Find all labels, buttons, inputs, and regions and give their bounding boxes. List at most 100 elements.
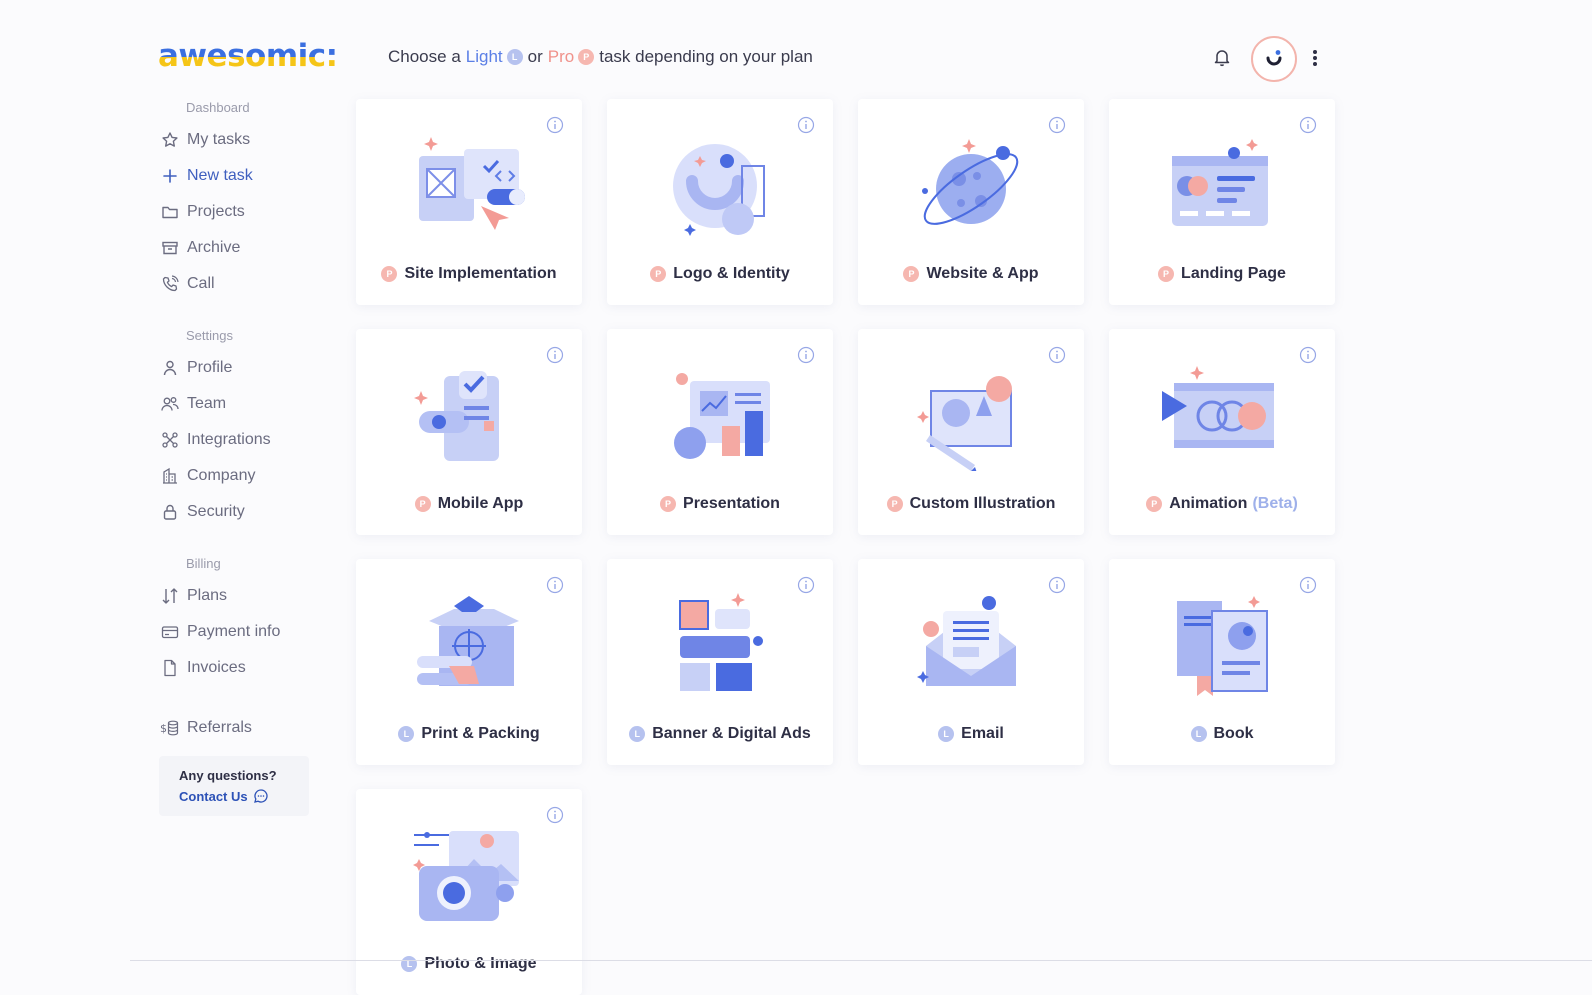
- info-icon[interactable]: [546, 576, 564, 594]
- sidebar-item-label: Projects: [187, 203, 245, 220]
- chat-bubble-icon: [253, 789, 268, 803]
- task-label: L Email: [858, 723, 1084, 745]
- sidebar-item-label: Referrals: [187, 719, 252, 736]
- plan-hint-or: or: [527, 47, 543, 66]
- task-card-print-and-packing[interactable]: L Print & Packing: [356, 559, 582, 765]
- task-label: P Site Implementation: [356, 263, 582, 285]
- star-icon: [160, 130, 180, 150]
- sidebar-item-label: Payment info: [187, 623, 281, 640]
- task-title: Print & Packing: [421, 725, 540, 742]
- task-title: Email: [961, 725, 1004, 742]
- light-badge: L: [506, 49, 523, 65]
- help-question: Any questions?: [179, 768, 277, 783]
- info-icon[interactable]: [546, 806, 564, 824]
- archive-icon: [160, 238, 180, 258]
- task-illustration: [409, 591, 529, 701]
- task-card-presentation[interactable]: P Presentation: [607, 329, 833, 535]
- info-icon[interactable]: [546, 346, 564, 364]
- task-card-logo-and-identity[interactable]: P Logo & Identity: [607, 99, 833, 305]
- light-badge: L: [401, 956, 418, 972]
- info-icon[interactable]: [797, 116, 815, 134]
- sidebar-item-label: My tasks: [187, 131, 251, 148]
- contact-us-link[interactable]: Contact Us: [179, 788, 269, 804]
- sidebar-item-projects[interactable]: Projects: [160, 200, 245, 224]
- info-icon[interactable]: [1299, 116, 1317, 134]
- contact-us-label: Contact Us: [179, 788, 248, 804]
- pro-badge: P: [660, 496, 677, 512]
- pro-badge: P: [650, 266, 667, 282]
- info-icon[interactable]: [1048, 346, 1066, 364]
- pro-label: Pro: [547, 47, 575, 66]
- info-icon[interactable]: [1048, 576, 1066, 594]
- sidebar-item-payment-info[interactable]: Payment info: [160, 620, 280, 644]
- sidebar-item-my-tasks[interactable]: My tasks: [160, 128, 250, 152]
- task-illustration: [911, 361, 1031, 473]
- task-label: P Website & App: [858, 263, 1084, 285]
- task-card-banner-and-digital-ads[interactable]: L Banner & Digital Ads: [607, 559, 833, 765]
- smile-icon: [1266, 50, 1282, 66]
- task-illustration: [660, 131, 780, 241]
- section-title-settings: Settings: [186, 328, 233, 343]
- sidebar-item-referrals[interactable]: $ Referrals: [160, 716, 252, 740]
- sidebar-item-invoices[interactable]: Invoices: [160, 656, 246, 680]
- svg-text:$: $: [160, 722, 167, 735]
- task-card-landing-page[interactable]: P Landing Page: [1109, 99, 1335, 305]
- task-illustration: [409, 821, 529, 931]
- sidebar-item-plans[interactable]: Plans: [160, 584, 227, 608]
- sidebar-item-security[interactable]: Security: [160, 500, 245, 524]
- task-card-email[interactable]: L Email: [858, 559, 1084, 765]
- task-title: Mobile App: [437, 495, 524, 512]
- task-label: P Mobile App: [356, 493, 582, 515]
- sidebar-item-integrations[interactable]: Integrations: [160, 428, 271, 452]
- info-icon[interactable]: [1299, 576, 1317, 594]
- sidebar-item-company[interactable]: Company: [160, 464, 255, 488]
- light-badge: L: [938, 726, 955, 742]
- task-card-animation[interactable]: P Animation (Beta): [1109, 329, 1335, 535]
- bottom-divider: [130, 960, 1592, 961]
- task-card-site-implementation[interactable]: P Site Implementation: [356, 99, 582, 305]
- integrations-icon: [160, 430, 180, 450]
- info-icon[interactable]: [546, 116, 564, 134]
- beta-tag: (Beta): [1252, 495, 1298, 512]
- section-title-dashboard: Dashboard: [186, 100, 250, 115]
- folder-icon: [160, 202, 180, 222]
- pro-badge: P: [381, 266, 398, 282]
- task-title: Site Implementation: [404, 265, 557, 282]
- info-icon[interactable]: [797, 576, 815, 594]
- task-card-photo-and-image[interactable]: L Photo & Image: [356, 789, 582, 995]
- task-card-mobile-app[interactable]: P Mobile App: [356, 329, 582, 535]
- task-illustration: [409, 361, 529, 471]
- task-title: Presentation: [683, 495, 780, 512]
- avatar[interactable]: [1251, 36, 1297, 82]
- task-illustration: [409, 131, 529, 241]
- sidebar-item-profile[interactable]: Profile: [160, 356, 232, 380]
- sidebar-item-label: Plans: [187, 587, 228, 604]
- task-card-custom-illustration[interactable]: P Custom Illustration: [858, 329, 1084, 535]
- task-title: Logo & Identity: [673, 265, 790, 282]
- task-title: Animation: [1169, 495, 1248, 512]
- credit-card-icon: [160, 622, 180, 642]
- sidebar-item-archive[interactable]: Archive: [160, 236, 240, 260]
- info-icon[interactable]: [1299, 346, 1317, 364]
- coins-icon: $: [160, 718, 180, 738]
- sidebar-item-label: Profile: [187, 359, 233, 376]
- more-vertical-icon[interactable]: [1310, 48, 1320, 68]
- task-title: Banner & Digital Ads: [652, 725, 811, 742]
- bell-icon[interactable]: [1212, 47, 1232, 67]
- task-label: P Custom Illustration: [858, 493, 1084, 515]
- task-label: P Logo & Identity: [607, 263, 833, 285]
- sidebar-item-call[interactable]: Call: [160, 272, 215, 296]
- info-icon[interactable]: [1048, 116, 1066, 134]
- light-badge: L: [398, 726, 415, 742]
- task-card-book[interactable]: L Book: [1109, 559, 1335, 765]
- info-icon[interactable]: [797, 346, 815, 364]
- task-card-website-and-app[interactable]: P Website & App: [858, 99, 1084, 305]
- awesomic-logo[interactable]: awesomic:: [158, 36, 338, 76]
- sort-arrows-icon: [160, 586, 180, 606]
- sidebar-item-label: Archive: [187, 239, 241, 256]
- pro-badge: P: [903, 266, 920, 282]
- sidebar-item-team[interactable]: Team: [160, 392, 226, 416]
- sidebar-item-label: Integrations: [187, 431, 271, 448]
- plus-icon: [160, 166, 180, 186]
- sidebar-item-new-task[interactable]: New task: [160, 164, 253, 188]
